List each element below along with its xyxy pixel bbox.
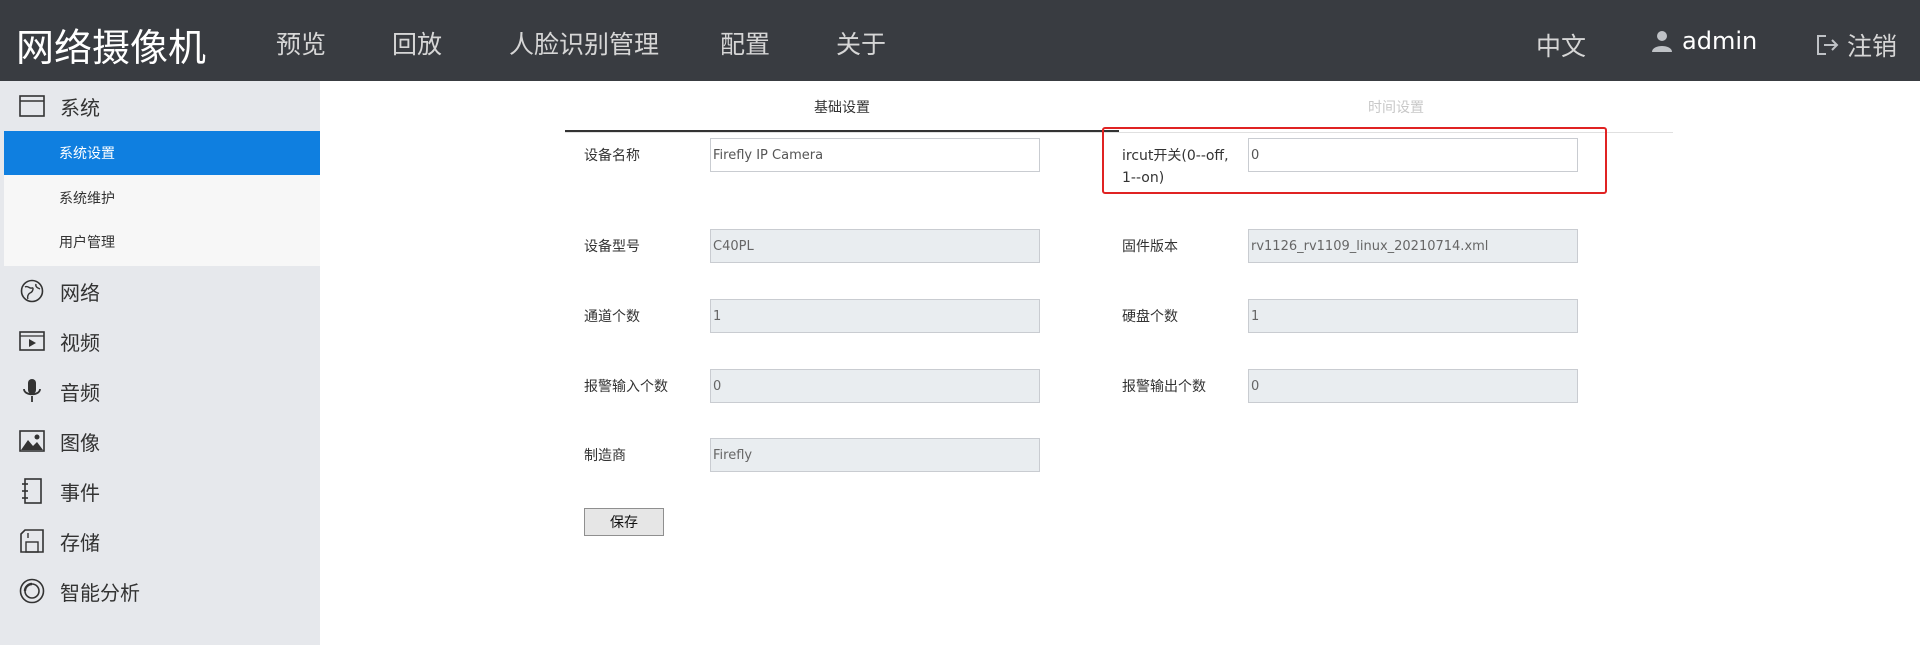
tab-basic-settings[interactable]: 基础设置 — [565, 90, 1119, 132]
user-icon — [1652, 31, 1672, 52]
logout-label: 注销 — [1847, 32, 1898, 61]
sidebar-subitem-system-maintenance[interactable]: 系统维护 — [4, 176, 320, 220]
alarm-input-count-field — [710, 369, 1040, 403]
sidebar-item-video[interactable]: 视频 — [0, 316, 320, 366]
nav-playback[interactable]: 回放 — [392, 25, 442, 61]
tab-time-settings[interactable]: 时间设置 — [1119, 90, 1673, 130]
sidebar-item-label: 事件 — [60, 480, 100, 505]
storage-icon — [19, 528, 45, 554]
device-model-label: 设备型号 — [584, 239, 640, 255]
device-model-field — [710, 229, 1040, 263]
manufacturer-label: 制造商 — [584, 448, 626, 464]
sidebar-subitem-user-management[interactable]: 用户管理 — [4, 220, 320, 264]
logout-button[interactable]: 注销 — [1815, 27, 1897, 63]
sidebar-item-label: 系统 — [60, 95, 100, 120]
sidebar: 系统 系统设置 系统维护 用户管理 网络 视频 音频 图像 事件 存储 智能分析 — [0, 81, 320, 645]
device-name-label: 设备名称 — [584, 148, 640, 164]
user-menu[interactable]: admin — [1650, 27, 1757, 55]
logout-icon — [1817, 35, 1839, 55]
analysis-icon — [19, 578, 45, 604]
highlight-box — [1102, 127, 1607, 194]
channel-count-field — [710, 299, 1040, 333]
firmware-version-field — [1248, 229, 1578, 263]
alarm-output-count-field — [1248, 369, 1578, 403]
sidebar-subitem-system-settings[interactable]: 系统设置 — [4, 131, 320, 175]
microphone-icon — [19, 378, 45, 404]
sidebar-item-label: 智能分析 — [60, 580, 140, 605]
nav-about[interactable]: 关于 — [836, 25, 886, 61]
sidebar-item-label: 网络 — [60, 280, 100, 305]
sidebar-item-system[interactable]: 系统 — [0, 81, 320, 131]
firmware-version-label: 固件版本 — [1122, 239, 1178, 255]
image-icon — [19, 428, 45, 454]
sidebar-item-label: 音频 — [60, 380, 100, 405]
event-icon — [19, 478, 45, 504]
alarm-input-count-label: 报警输入个数 — [584, 379, 668, 395]
sidebar-item-smart-analysis[interactable]: 智能分析 — [0, 566, 320, 616]
sidebar-item-image[interactable]: 图像 — [0, 416, 320, 466]
sidebar-item-audio[interactable]: 音频 — [0, 366, 320, 416]
system-submenu: 系统设置 系统维护 用户管理 — [4, 131, 320, 266]
username: admin — [1682, 27, 1758, 55]
sidebar-item-network[interactable]: 网络 — [0, 266, 320, 316]
disk-count-label: 硬盘个数 — [1122, 309, 1178, 325]
window-icon — [19, 93, 45, 119]
sidebar-item-storage[interactable]: 存储 — [0, 516, 320, 566]
alarm-output-count-label: 报警输出个数 — [1122, 379, 1206, 395]
top-bar: 网络摄像机 预览 回放 人脸识别管理 配置 关于 中文 admin 注销 — [0, 0, 1920, 81]
save-button[interactable]: 保存 — [584, 508, 664, 536]
sidebar-item-label: 存储 — [60, 530, 100, 555]
language-switch[interactable]: 中文 — [1536, 27, 1586, 63]
nav-face-recognition[interactable]: 人脸识别管理 — [509, 25, 659, 61]
disk-count-field — [1248, 299, 1578, 333]
sidebar-item-label: 视频 — [60, 330, 100, 355]
manufacturer-field — [710, 438, 1040, 472]
sidebar-item-label: 图像 — [60, 430, 100, 455]
app-title: 网络摄像机 — [16, 26, 207, 70]
nav-preview[interactable]: 预览 — [276, 25, 326, 61]
globe-icon — [19, 278, 45, 304]
device-name-input[interactable] — [710, 138, 1040, 172]
channel-count-label: 通道个数 — [584, 309, 640, 325]
sidebar-item-event[interactable]: 事件 — [0, 466, 320, 516]
video-icon — [19, 328, 45, 354]
nav-config[interactable]: 配置 — [720, 25, 770, 61]
